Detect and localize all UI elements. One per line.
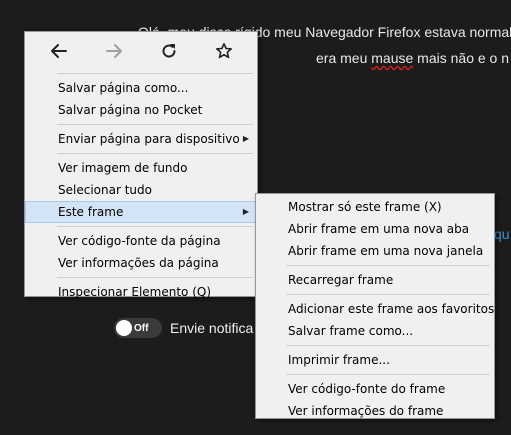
open-frame-new-tab-item[interactable]: Abrir frame em uma nova aba [256, 218, 494, 240]
menu-separator [57, 124, 253, 125]
context-nav-row [25, 32, 257, 70]
forward-button[interactable] [100, 37, 128, 65]
menu-separator [57, 153, 253, 154]
arrow-left-icon [50, 44, 67, 58]
show-only-this-frame-item[interactable]: Mostrar só este frame (X) [256, 196, 494, 218]
open-frame-new-window-item[interactable]: Abrir frame em uma nova janela [256, 240, 494, 262]
post-text-segment: era meu [316, 50, 372, 66]
menu-separator [286, 345, 490, 346]
notification-toggle-label: Envie notifica [170, 320, 254, 336]
save-to-pocket-item[interactable]: Salvar página no Pocket [25, 99, 257, 121]
post-text-segment: mais não e o n [413, 50, 510, 66]
notification-toggle-row: Off Envie notifica [114, 318, 253, 338]
view-background-image-item[interactable]: Ver imagem de fundo [25, 157, 257, 179]
view-page-info-item[interactable]: Ver informações da página [25, 252, 257, 274]
page-link-fragment[interactable]: qu [494, 226, 510, 242]
reload-icon [162, 44, 176, 58]
arrow-right-icon [105, 44, 122, 58]
view-frame-info-item[interactable]: Ver informações do frame [256, 400, 494, 422]
star-icon [215, 43, 232, 59]
reload-frame-item[interactable]: Recarregar frame [256, 269, 494, 291]
print-frame-item[interactable]: Imprimir frame... [256, 349, 494, 371]
select-all-item[interactable]: Selecionar tudo [25, 179, 257, 201]
misspelled-word: mause [371, 50, 414, 66]
toggle-state-text: Off [134, 322, 149, 334]
view-page-source-item[interactable]: Ver código-fonte da página [25, 230, 257, 252]
view-frame-source-item[interactable]: Ver código-fonte do frame [256, 378, 494, 400]
post-text-line-2: era meu mause mais não e o n [316, 50, 509, 66]
menu-separator [286, 265, 490, 266]
save-frame-as-item[interactable]: Salvar frame como... [256, 320, 494, 342]
bookmark-button[interactable] [210, 37, 238, 65]
menu-separator [286, 374, 490, 375]
save-page-as-item[interactable]: Salvar página como... [25, 77, 257, 99]
send-page-to-device-item[interactable]: Enviar página para dispositivo ▶ [25, 128, 257, 150]
submenu-arrow-icon: ▶ [242, 207, 249, 216]
context-menu: Salvar página como... Salvar página no P… [24, 31, 258, 299]
bookmark-frame-item[interactable]: Adicionar este frame aos favoritos [256, 298, 494, 320]
menu-separator [57, 73, 253, 74]
notification-toggle[interactable]: Off [114, 318, 162, 338]
menu-separator [286, 294, 490, 295]
page: Olá, meu disco rígido meu Navegador Fire… [0, 0, 511, 435]
this-frame-item[interactable]: Este frame ▶ [25, 201, 257, 223]
menu-separator [57, 226, 253, 227]
back-button[interactable] [45, 37, 73, 65]
this-frame-label: Este frame [58, 205, 124, 219]
frame-submenu: Mostrar só este frame (X) Abrir frame em… [255, 193, 495, 419]
submenu-arrow-icon: ▶ [242, 134, 249, 143]
toggle-knob [116, 320, 132, 336]
send-page-to-device-label: Enviar página para dispositivo [58, 132, 240, 146]
reload-button[interactable] [155, 37, 183, 65]
menu-separator [57, 277, 253, 278]
inspect-element-item[interactable]: Inspecionar Elemento (Q) [25, 281, 257, 303]
